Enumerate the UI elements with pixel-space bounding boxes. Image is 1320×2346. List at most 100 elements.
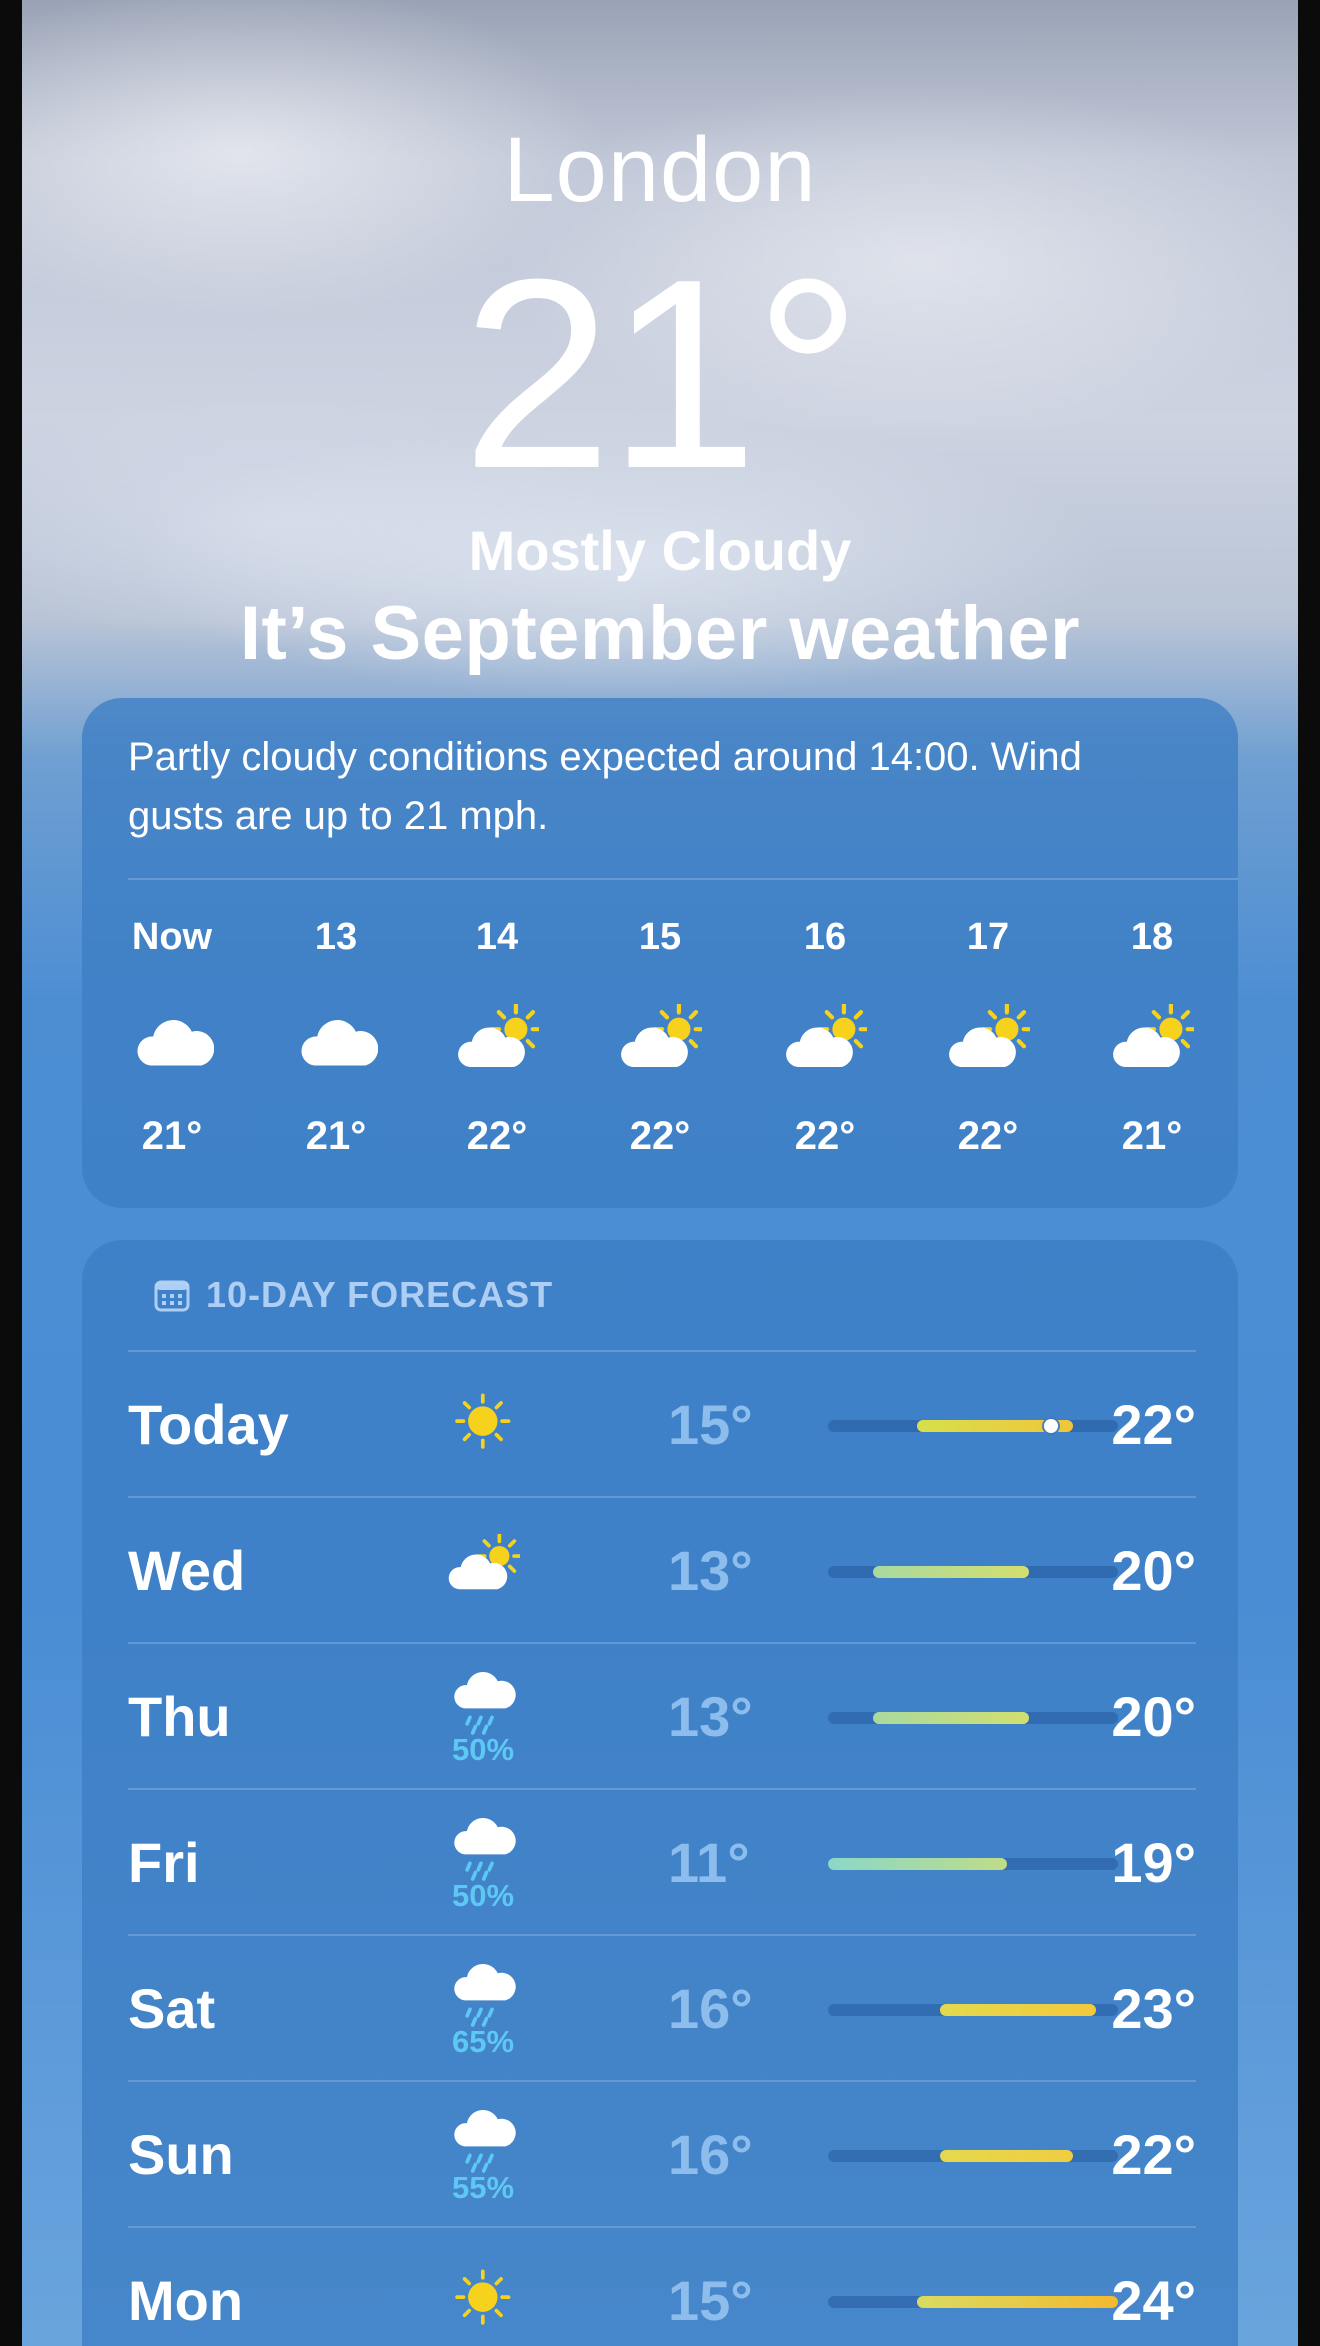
forecast-high: 24° [1111, 2268, 1196, 2332]
temp-range-bar [917, 2296, 1118, 2308]
hour-icon-wrap [1082, 990, 1222, 1100]
forecast-row[interactable]: Mon 15° 24° [128, 2228, 1196, 2346]
temp-range-bar [872, 1712, 1029, 1724]
hour-icon-wrap [590, 990, 730, 1100]
forecast-icon-wrap [428, 1498, 538, 1642]
screen-edge-left [0, 0, 22, 2346]
weather-screen[interactable]: London 21° Mostly Cloudy It’s September … [22, 0, 1298, 2346]
current-condition: Mostly Cloudy [468, 519, 852, 582]
partly-sunny-icon [1113, 1004, 1194, 1068]
precip-chance: 55% [451, 2169, 515, 2205]
hour-label: 16 [803, 916, 847, 958]
hour-temperature: 21° [141, 1114, 203, 1158]
forecast-header: 10-DAY FORECAST [154, 1274, 553, 1316]
forecast-day: Wed [128, 1538, 246, 1602]
forecast-low: 13° [668, 1684, 753, 1748]
hour-temperature: 21° [1121, 1114, 1183, 1158]
hourly-summary: Partly cloudy conditions expected around… [128, 735, 1082, 838]
hour-icon-wrap [102, 990, 242, 1100]
current-temp-marker [1044, 1419, 1059, 1433]
hour-temperature: 22° [629, 1114, 691, 1158]
city-name: London [503, 119, 817, 221]
forecast-row[interactable]: Sat 65% 16° 23° [128, 1936, 1196, 2080]
sun-icon [455, 1393, 511, 1449]
forecast-day: Today [128, 1392, 289, 1456]
precip-chance: 65% [451, 2023, 515, 2059]
precip-chance: 50% [451, 1877, 515, 1913]
forecast-row[interactable]: Fri 50% 11° 19° [128, 1790, 1196, 1934]
temp-range-track [828, 1566, 1118, 1578]
rain-cloud-icon [454, 1818, 516, 1881]
hour-temperature: 22° [957, 1114, 1019, 1158]
hour-temperature: 22° [466, 1114, 528, 1158]
hour-item: 16 22° [755, 916, 895, 1159]
temp-range-bar [828, 1858, 1007, 1870]
forecast-row[interactable]: Today 15° 22° [128, 1352, 1196, 1496]
hour-label: 17 [966, 916, 1010, 958]
weather-headline: It’s September weather [239, 591, 1081, 676]
temp-range-track [828, 2004, 1118, 2016]
partly-sunny-icon [949, 1004, 1030, 1068]
partly-sunny-icon [448, 1534, 520, 1590]
forecast-high: 20° [1111, 1538, 1196, 1602]
hour-temperature: 21° [305, 1114, 367, 1158]
hour-icon-wrap [266, 990, 406, 1100]
forecast-day: Sun [128, 2122, 234, 2186]
temp-range-track [828, 2296, 1118, 2308]
screen-edge-right [1298, 0, 1320, 2346]
hour-item: 18 21° [1082, 916, 1222, 1159]
hour-temperature: 22° [794, 1114, 856, 1158]
forecast-low: 15° [668, 2268, 753, 2332]
ten-day-forecast-card[interactable]: 10-DAY FORECAST Today 15° 22° Wed 13° 20… [82, 1240, 1238, 2346]
current-temperature: 21° [461, 224, 862, 525]
temp-range-track [828, 1419, 1118, 1433]
hour-item: Now 21° [102, 916, 242, 1159]
precip-chance: 50% [451, 1731, 515, 1767]
forecast-high: 22° [1111, 1392, 1196, 1456]
rain-cloud-icon [454, 1964, 516, 2027]
forecast-high: 22° [1111, 2122, 1196, 2186]
forecast-high: 20° [1111, 1684, 1196, 1748]
temp-range-track [828, 1712, 1118, 1724]
partly-sunny-icon [458, 1004, 539, 1068]
calendar-icon [154, 1280, 190, 1312]
forecast-day: Mon [128, 2268, 244, 2332]
hourly-divider [128, 878, 1238, 880]
forecast-icon-wrap: 65% [428, 1936, 538, 2080]
forecast-low: 16° [668, 2122, 753, 2186]
forecast-icon-wrap: 50% [428, 1644, 538, 1788]
hour-label: 18 [1130, 916, 1174, 958]
cloud-icon [137, 1020, 214, 1066]
forecast-icon-wrap: 50% [428, 1790, 538, 1934]
hour-item: 17 22° [918, 916, 1058, 1159]
cloud-icon [301, 1020, 378, 1066]
hour-label: 13 [314, 916, 358, 958]
forecast-row[interactable]: Thu 50% 13° 20° [128, 1644, 1196, 1788]
forecast-day: Sat [128, 1976, 216, 2040]
forecast-icon-wrap [428, 2228, 538, 2346]
forecast-icon-wrap: 55% [428, 2082, 538, 2226]
hourly-forecast-card[interactable]: Partly cloudy conditions expected around… [82, 698, 1238, 1208]
forecast-low: 13° [668, 1538, 753, 1602]
forecast-low: 16° [668, 1976, 753, 2040]
partly-sunny-icon [621, 1004, 702, 1068]
hour-item: 14 22° [427, 916, 567, 1159]
sun-icon [455, 2269, 511, 2325]
hour-label: 14 [475, 916, 519, 958]
forecast-row[interactable]: Wed 13° 20° [128, 1498, 1196, 1642]
temp-range-bar [872, 1566, 1029, 1578]
rain-cloud-icon [454, 1672, 516, 1735]
hour-item: 15 22° [590, 916, 730, 1159]
hour-icon-wrap [755, 990, 895, 1100]
hour-label: 15 [638, 916, 682, 958]
forecast-title: 10-DAY FORECAST [206, 1274, 554, 1315]
rain-cloud-icon [454, 2110, 516, 2173]
temp-range-bar [939, 2004, 1096, 2016]
hour-item: 13 21° [266, 916, 406, 1159]
forecast-high: 19° [1111, 1830, 1196, 1894]
forecast-row[interactable]: Sun 55% 16° 22° [128, 2082, 1196, 2226]
forecast-high: 23° [1111, 1976, 1196, 2040]
temp-range-track [828, 1858, 1118, 1870]
forecast-day: Thu [128, 1684, 231, 1748]
hour-icon-wrap [918, 990, 1058, 1100]
